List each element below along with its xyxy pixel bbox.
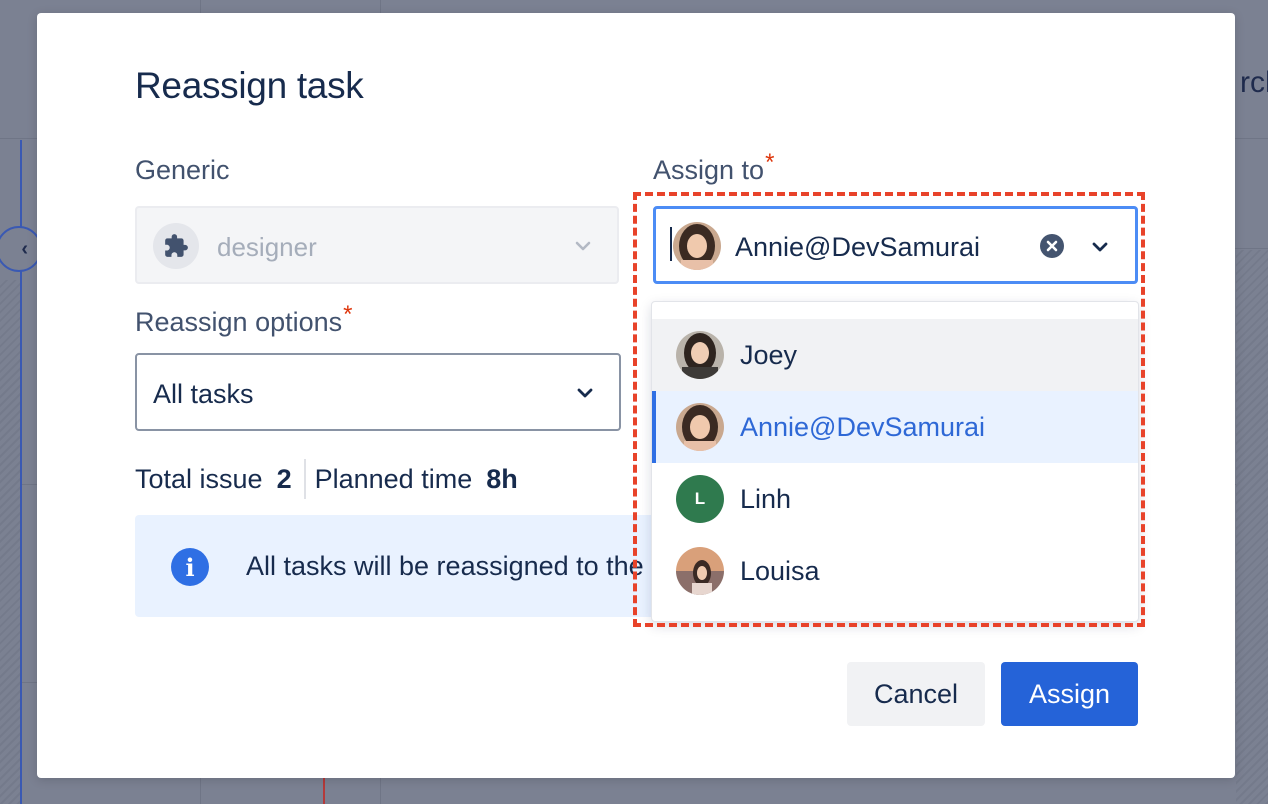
bg-search-text: rch xyxy=(1240,66,1268,99)
text-caret xyxy=(670,227,672,261)
option-label: Louisa xyxy=(740,556,820,586)
dialog-title: Reassign task xyxy=(135,65,364,106)
user-avatar xyxy=(676,547,724,595)
collapse-panel-button[interactable]: ‹ xyxy=(0,226,42,272)
chevron-down-icon xyxy=(575,383,595,408)
reassign-options-value: All tasks xyxy=(153,379,254,409)
chevron-left-icon: ‹ xyxy=(21,237,28,260)
assignee-dropdown-menu: Joey Annie@DevSamurai L Linh Louisa xyxy=(651,301,1139,622)
reassign-task-dialog: Reassign task Generic designer Reassign … xyxy=(37,13,1235,778)
selected-indicator xyxy=(652,391,656,463)
generic-label: Generic xyxy=(135,155,230,185)
option-label: Linh xyxy=(740,484,792,514)
bg-hatch xyxy=(0,280,20,804)
info-banner: i All tasks will be reassigned to the xyxy=(135,515,695,617)
user-avatar xyxy=(676,403,724,451)
user-avatar xyxy=(676,331,724,379)
option-label: Annie@DevSamurai xyxy=(740,412,986,442)
info-icon: i xyxy=(171,548,209,586)
menu-option-linh[interactable]: L Linh xyxy=(652,463,1138,535)
clear-icon[interactable] xyxy=(1039,233,1065,259)
planned-time-label: Planned time xyxy=(314,463,473,494)
generic-select[interactable]: designer xyxy=(135,206,619,284)
menu-option-louisa[interactable]: Louisa xyxy=(652,535,1138,607)
assign-to-value: Annie@DevSamurai xyxy=(735,232,981,262)
reassign-options-select[interactable]: All tasks xyxy=(135,353,621,431)
total-issue-value: 2 xyxy=(276,463,292,494)
initial-avatar: L xyxy=(676,475,724,523)
info-text: All tasks will be reassigned to the xyxy=(246,551,644,581)
menu-option-annie[interactable]: Annie@DevSamurai xyxy=(652,391,1138,463)
chevron-down-icon xyxy=(573,236,593,261)
task-stats: Total issue 2 Planned time 8h xyxy=(135,459,518,499)
stats-divider xyxy=(303,459,306,499)
bg-hatch xyxy=(1236,250,1268,804)
required-asterisk: * xyxy=(343,301,353,328)
cancel-button[interactable]: Cancel xyxy=(847,662,985,726)
assign-to-select[interactable]: Annie@DevSamurai xyxy=(653,206,1138,284)
chevron-down-icon[interactable] xyxy=(1090,237,1110,262)
bg-marker-line xyxy=(323,778,325,804)
reassign-options-label: Reassign options* xyxy=(135,301,353,337)
planned-time-value: 8h xyxy=(486,463,518,494)
required-asterisk: * xyxy=(765,149,775,176)
user-avatar xyxy=(673,222,721,270)
assign-to-label: Assign to* xyxy=(653,149,775,185)
option-label: Joey xyxy=(740,340,798,370)
total-issue-label: Total issue xyxy=(135,463,263,494)
menu-option-joey[interactable]: Joey xyxy=(652,319,1138,391)
generic-value: designer xyxy=(217,232,317,262)
puzzle-icon xyxy=(153,223,199,269)
assign-button[interactable]: Assign xyxy=(1001,662,1138,726)
